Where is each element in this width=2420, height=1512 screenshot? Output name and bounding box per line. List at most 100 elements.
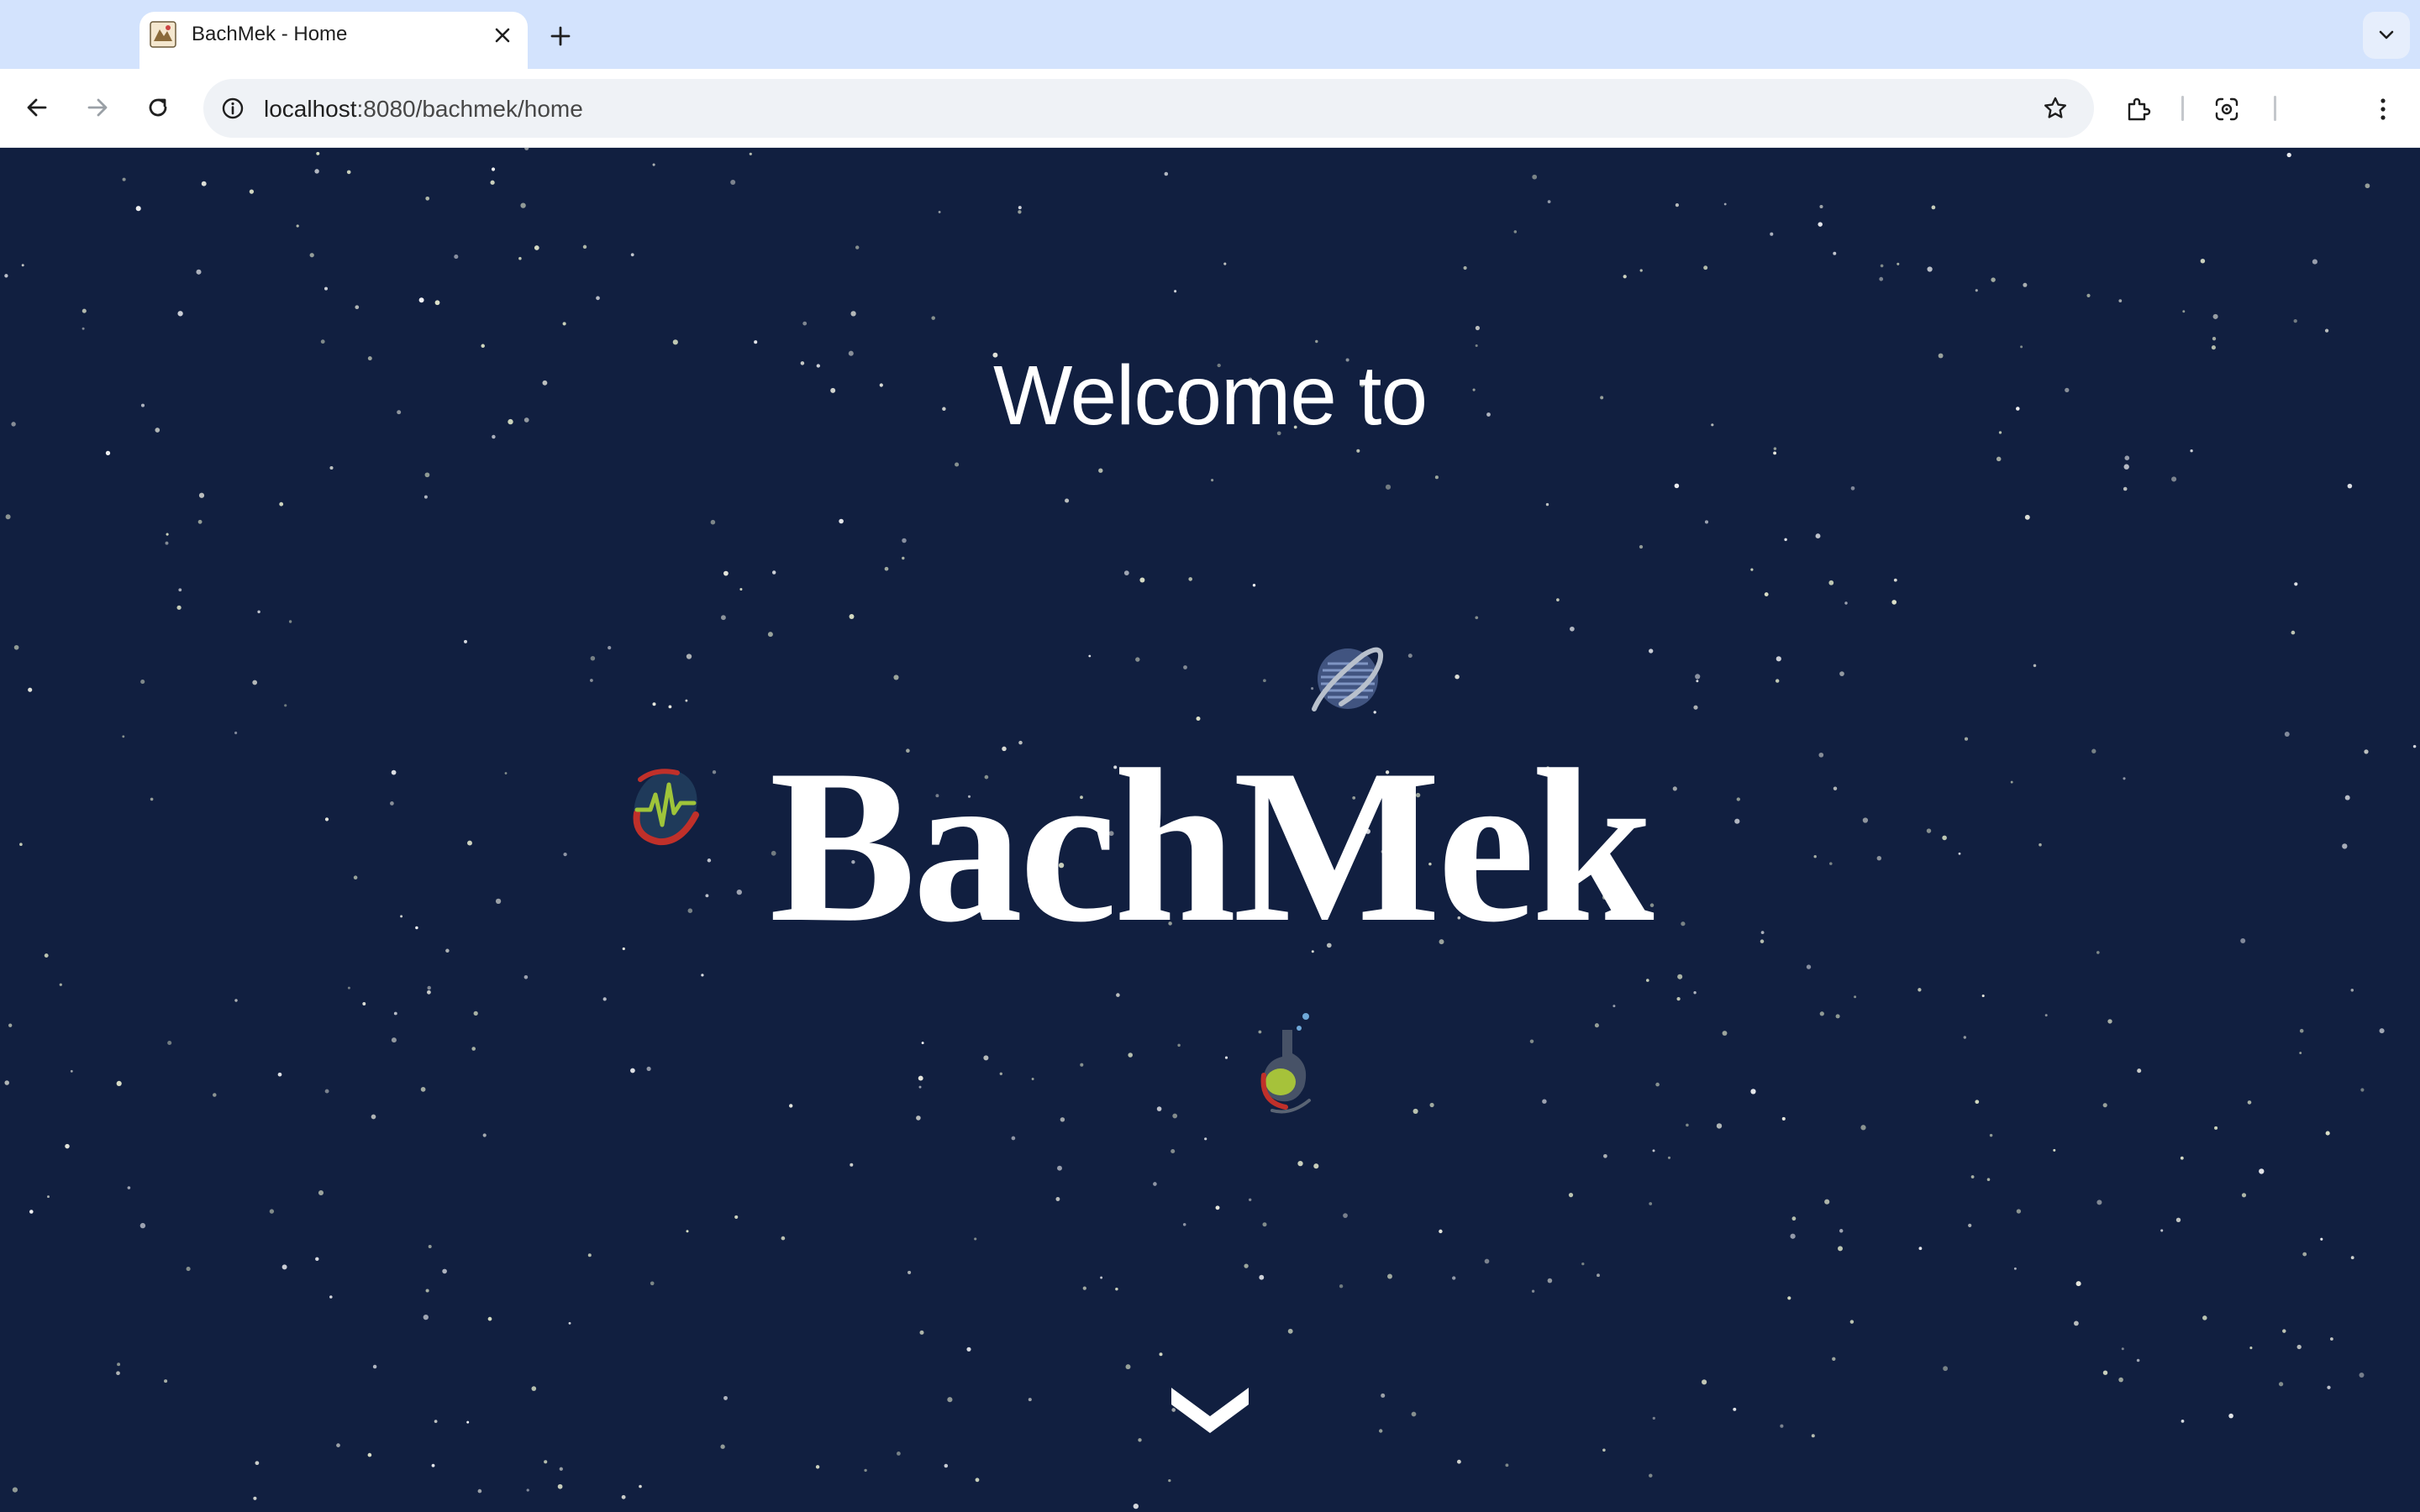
close-tab-icon[interactable] [491,24,514,47]
star-dot [1703,265,1708,270]
reload-icon [149,98,167,117]
star-dot [534,245,539,250]
star-dot [1182,1223,1186,1226]
star-dot [324,1089,329,1094]
browser-toolbar: localhost:8080/bachmek/home [0,69,2420,148]
star-dot [630,1068,635,1074]
star-dot [178,588,182,592]
back-button[interactable] [17,87,57,128]
star-dot [257,610,260,614]
star-dot [296,224,299,228]
star-dot [1781,1116,1786,1121]
star-dot [893,675,899,680]
star-dot [1815,533,1821,539]
star-dot [947,1397,953,1403]
reload-button[interactable] [138,87,178,128]
star-dot [2212,313,2218,319]
star-dot [1529,1039,1534,1043]
url-text[interactable]: localhost:8080/bachmek/home [264,96,583,123]
star-dot [21,264,24,267]
star-dot [47,1195,50,1199]
star-dot [1750,1089,1756,1095]
star-dot [518,256,522,260]
extensions-button[interactable] [2116,87,2160,131]
star-dot [2293,318,2297,323]
star-dot [372,1364,377,1369]
browser-tab-active[interactable]: BachMek - Home [139,12,528,69]
star-dot [1313,1163,1319,1169]
star-dot [544,1460,548,1464]
star-dot [434,1420,438,1423]
star-dot [2074,1320,2079,1326]
star-dot [434,300,440,306]
star-dot [1164,171,1169,176]
hero-section: Welcome to BachMek [0,148,2420,1512]
star-dot [234,999,238,1002]
star-dot [1159,1352,1163,1357]
star-dot [815,1465,820,1469]
star-dot [2327,1385,2331,1389]
star-dot [1100,1276,1103,1279]
forward-button[interactable] [77,87,118,128]
star-dot [1531,1289,1535,1293]
star-dot [1832,1357,1836,1361]
star-dot [1532,174,1538,180]
star-dot [916,1116,921,1121]
globe-planet-icon [1312,647,1383,711]
star-dot [1138,1438,1142,1442]
star-dot [526,1488,529,1492]
tab-search-button[interactable] [2363,12,2410,59]
star-dot [2329,1337,2333,1341]
star-dot [1655,1082,1660,1087]
star-dot [201,181,207,186]
star-dot [2190,449,2193,453]
star-dot [2023,282,2028,287]
chevron-down-icon[interactable] [1168,1379,1252,1438]
star-dot [2136,1358,2140,1362]
star-dot [1963,1036,1966,1039]
star-dot [686,654,692,659]
star-dot [918,1085,922,1089]
star-dot [1080,1063,1084,1067]
star-dot [1223,262,1227,265]
star-dot [279,501,284,507]
google-lens-button[interactable] [2205,87,2249,131]
star-dot [1695,674,1701,680]
site-info-button[interactable] [213,89,252,128]
star-dot [1839,671,1844,676]
star-dot [371,1114,376,1120]
star-dot [1893,578,1897,582]
star-dot [983,1055,989,1061]
star-dot [1996,456,2002,462]
star-dot [427,990,431,995]
star-dot [1139,577,1145,583]
bookmark-button[interactable] [2035,88,2075,129]
star-dot [2181,1420,2185,1423]
star-dot [252,680,258,685]
more-menu-button[interactable] [2361,87,2405,131]
star-dot [177,311,183,317]
star-dot [1505,1463,1509,1467]
extensions-icon [2128,97,2151,121]
star-dot [1413,1108,1418,1114]
star-dot [198,492,205,498]
star-dot [1850,486,1855,491]
star-dot [2291,630,2296,635]
star-dot [196,269,202,275]
new-tab-icon[interactable] [544,20,576,52]
star-dot [562,322,566,326]
star-dot [2123,486,2128,491]
star-dot [1704,520,1709,524]
star-dot [1693,991,1697,995]
star-dot [127,1186,131,1189]
address-bar[interactable]: localhost:8080/bachmek/home [203,79,2094,138]
star-dot [1315,339,1318,344]
star-dot [418,297,424,303]
star-dot [2212,337,2217,341]
star-dot [464,639,467,643]
star-dot [944,1463,949,1468]
star-dot [730,180,736,185]
star-dot [423,1314,429,1320]
star-dot [347,986,350,990]
star-dot [1968,1223,1972,1228]
